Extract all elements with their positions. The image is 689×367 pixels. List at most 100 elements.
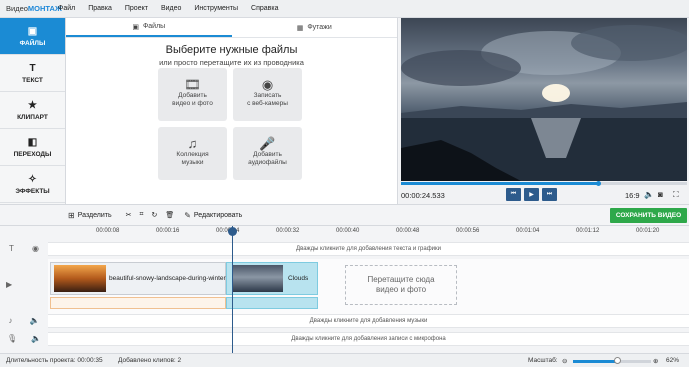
text-track[interactable]: Дважды кликните для добавления текста и …: [48, 242, 689, 256]
video-track: beautiful-snowy-landscape-during-winter …: [48, 259, 689, 315]
sidebar-item-label: ТЕКСТ: [22, 76, 43, 84]
clip-name: Clouds: [288, 275, 309, 282]
aspect-ratio-select[interactable]: 16:9: [625, 191, 640, 200]
menu-tools[interactable]: Инструменты: [194, 5, 238, 12]
project-duration: Длительность проекта: 00:00:35: [6, 357, 103, 364]
zoom-out-icon[interactable]: ⊖: [562, 357, 567, 365]
sidebar-item-label: ПЕРЕХОДЫ: [13, 150, 52, 158]
sidebar-item-files[interactable]: ▣ ФАЙЛЫ: [0, 18, 65, 55]
sidebar-item-clipart[interactable]: ★ КЛИПАРТ: [0, 92, 65, 129]
menu-file[interactable]: Файл: [58, 5, 75, 12]
preview-panel: 00:00:24.533 ⏮ ▶ ⏭ 16:9 🔈 ◙ ⛶: [399, 18, 689, 204]
playhead-handle[interactable]: [228, 227, 237, 236]
tab-label: Файлы: [142, 23, 166, 30]
microphone-icon: 🎙: [6, 334, 18, 343]
menu-bar: ВидеоМОНТАЖ Файл Правка Проект Видео Инс…: [0, 0, 689, 18]
transitions-icon: ◧: [27, 136, 38, 148]
video-track-icon: ▶: [6, 280, 13, 289]
file-panel-subtitle: или просто перетащите их из проводника: [159, 58, 304, 67]
tab-files[interactable]: ▣ Файлы: [66, 18, 232, 37]
speaker-icon[interactable]: 🔈: [31, 334, 41, 343]
next-frame-button[interactable]: ⏭: [542, 188, 557, 201]
sidebar: ▣ ФАЙЛЫ T ТЕКСТ ★ КЛИПАРТ ◧ ПЕРЕХОДЫ ✧ Э…: [0, 18, 66, 204]
menu-help[interactable]: Справка: [251, 5, 278, 12]
drop-zone[interactable]: Перетащите сюда видео и фото: [345, 265, 457, 305]
timeline-toolbar: ⊞ Разделить ✂ ⌗ ↻ 🗑 ✎ Редактировать СОХР…: [0, 204, 689, 226]
ruler-tick: 00:00:32: [276, 228, 300, 234]
star-icon: ★: [28, 99, 37, 111]
ruler-tick: 00:00:40: [336, 228, 360, 234]
zoom-label: Масштаб:: [528, 357, 558, 364]
drop-zone-label: видео и фото: [375, 285, 427, 294]
scrubber-progress: [401, 182, 599, 185]
speaker-icon[interactable]: 🔈: [30, 316, 40, 325]
skip-forward-icon: ⏭: [546, 191, 553, 197]
microphone-track[interactable]: Дважды кликните для добавления записи с …: [48, 332, 689, 346]
timeline-ruler[interactable]: 00:00:08 00:00:16 00:00:24 00:00:32 00:0…: [48, 226, 689, 238]
playhead-line[interactable]: [232, 226, 233, 353]
camera-icon[interactable]: ◙: [658, 190, 663, 199]
split-label: Разделить: [77, 211, 112, 219]
wand-icon: ✧: [28, 173, 37, 185]
file-tabs: ▣ Файлы ▦ Футажи: [66, 18, 397, 38]
rotate-icon[interactable]: ↻: [151, 211, 157, 219]
menu-project[interactable]: Проект: [125, 5, 148, 12]
sidebar-item-text[interactable]: T ТЕКСТ: [0, 55, 65, 92]
clips-count: Добавлено клипов: 2: [118, 357, 182, 364]
play-button[interactable]: ▶: [524, 188, 539, 201]
skip-back-icon: ⏮: [510, 191, 517, 197]
split-button[interactable]: ⊞ Разделить: [68, 211, 112, 220]
music-track[interactable]: Дважды кликните для добавления музыки: [48, 314, 689, 328]
menu-video[interactable]: Видео: [161, 5, 181, 12]
previous-frame-button[interactable]: ⏮: [506, 188, 521, 201]
ruler-tick: 00:00:48: [396, 228, 420, 234]
preview-scrubber[interactable]: [401, 181, 687, 186]
sidebar-item-label: КЛИПАРТ: [17, 113, 48, 121]
sidebar-item-label: ФАЙЛЫ: [19, 39, 46, 47]
tile-label: Добавить: [178, 92, 207, 99]
add-audio-button[interactable]: 🎤 Добавить аудиофайлы: [233, 127, 302, 180]
add-video-photo-button[interactable]: 🎞 Добавить видео и фото: [158, 68, 227, 121]
ruler-tick: 00:01:12: [576, 228, 600, 234]
zoom-slider[interactable]: [573, 360, 651, 363]
timeline-tracks: Дважды кликните для добавления текста и …: [48, 238, 689, 353]
volume-icon[interactable]: 🔈: [644, 190, 654, 199]
ruler-tick: 00:00:16: [156, 228, 180, 234]
fullscreen-icon[interactable]: ⛶: [673, 190, 679, 200]
scissors-icon[interactable]: ✂: [126, 211, 132, 219]
text-track-icon: T: [9, 244, 14, 253]
scrubber-handle[interactable]: [596, 181, 601, 186]
app-logo: ВидеоМОНТАЖ: [6, 4, 62, 13]
sidebar-item-transitions[interactable]: ◧ ПЕРЕХОДЫ: [0, 129, 65, 166]
tile-label: Коллекция: [176, 151, 209, 158]
clip-audio-strip-selected[interactable]: [226, 297, 318, 309]
tab-footage[interactable]: ▦ Футажи: [232, 18, 398, 37]
trash-icon[interactable]: 🗑: [165, 211, 174, 219]
file-panel-title: Выберите нужные файлы: [165, 44, 298, 56]
menu-edit[interactable]: Правка: [88, 5, 112, 12]
split-icon: ⊞: [68, 210, 75, 220]
tile-label: с веб-камеры: [247, 100, 288, 107]
record-webcam-button[interactable]: ◉ Записать с веб-камеры: [233, 68, 302, 121]
zoom-slider-handle[interactable]: [614, 357, 621, 364]
video-clip[interactable]: beautiful-snowy-landscape-during-winter: [50, 262, 226, 295]
track-headers: T ◉ ▶ ♪ 🔈 🎙 🔈: [0, 238, 48, 353]
clip-audio-strip[interactable]: [50, 297, 226, 309]
file-tiles: 🎞 Добавить видео и фото ◉ Записать с веб…: [158, 68, 302, 180]
video-preview[interactable]: [401, 18, 687, 181]
music-track-header: ♪ 🔈: [0, 316, 48, 325]
text-icon: T: [29, 62, 36, 74]
zoom-value: 62%: [666, 357, 680, 364]
save-video-button[interactable]: СОХРАНИТЬ ВИДЕО: [610, 208, 687, 223]
zoom-in-icon[interactable]: ⊕: [653, 357, 658, 365]
webcam-icon: ◉: [261, 77, 274, 92]
video-clip-selected[interactable]: Clouds: [226, 262, 318, 295]
sidebar-item-effects[interactable]: ✧ ЭФФЕКТЫ: [0, 166, 65, 203]
eye-icon[interactable]: ◉: [32, 244, 39, 253]
tile-label: музыки: [181, 159, 204, 166]
edit-label: Редактировать: [193, 211, 243, 219]
drop-zone-label: Перетащите сюда: [367, 275, 435, 284]
music-collection-button[interactable]: ♫ Коллекция музыки: [158, 127, 227, 180]
edit-button[interactable]: ✎ Редактировать: [184, 211, 242, 220]
crop-icon[interactable]: ⌗: [139, 211, 143, 219]
